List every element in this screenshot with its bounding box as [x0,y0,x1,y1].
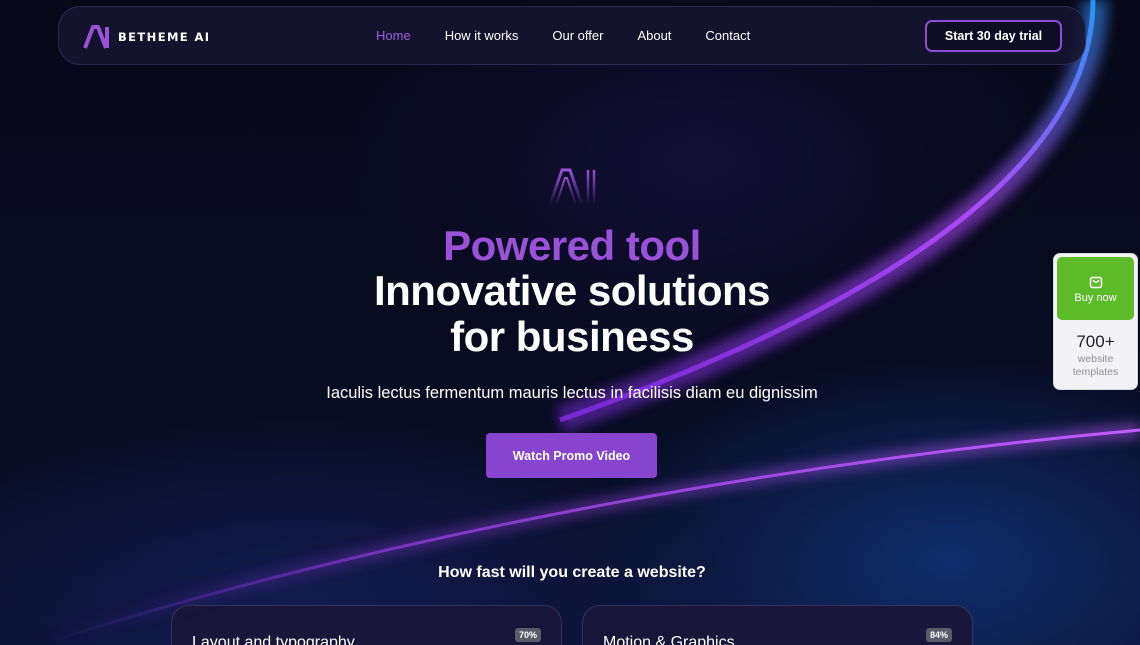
progress-card: Motion & Graphics 84% [582,605,973,645]
watch-promo-video-button[interactable]: Watch Promo Video [486,433,657,478]
progress-card: Layout and typography 70% [171,605,562,645]
buy-now-button[interactable]: Buy now [1057,257,1134,320]
nav-our-offer[interactable]: Our offer [552,28,603,43]
nav-contact[interactable]: Contact [705,28,750,43]
nav-how-it-works[interactable]: How it works [445,28,519,43]
templates-label-line-1: website [1077,353,1114,365]
ai-logo-icon [83,25,109,49]
templates-label-line-2: templates [1072,366,1119,378]
main-menu: Home How it works Our offer About Contac… [376,28,784,43]
side-widget: Buy now 700+ website templates [1053,253,1138,390]
card-title: Motion & Graphics [603,634,735,645]
shopping-bag-icon [1089,276,1102,289]
hero-kicker: Powered tool [443,222,701,269]
start-trial-button[interactable]: Start 30 day trial [925,20,1062,52]
templates-count-badge[interactable]: 700+ website templates [1057,323,1134,387]
nav-about[interactable]: About [637,28,671,43]
buy-now-label: Buy now [1074,292,1117,304]
brand-logo[interactable]: BETHEME AI [83,24,210,50]
ai-outline-icon [548,168,596,206]
percent-badge: 70% [514,628,541,642]
hero-title-line-1: Innovative solutions [373,267,771,314]
nav-home[interactable]: Home [376,28,411,43]
top-navigation: BETHEME AI Home How it works Our offer A… [58,6,1086,65]
card-title: Layout and typography [192,634,355,645]
hero-title-line-2: for business [450,313,694,360]
brand-name: BETHEME AI [118,30,211,44]
templates-count: 700+ [1076,332,1115,351]
hero-title: Innovative solutions for business [0,268,1140,360]
section-title: How fast will you create a website? [438,564,706,581]
hero-subtitle: Iaculis lectus fermentum mauris lectus i… [326,384,818,402]
percent-badge: 84% [925,628,952,642]
